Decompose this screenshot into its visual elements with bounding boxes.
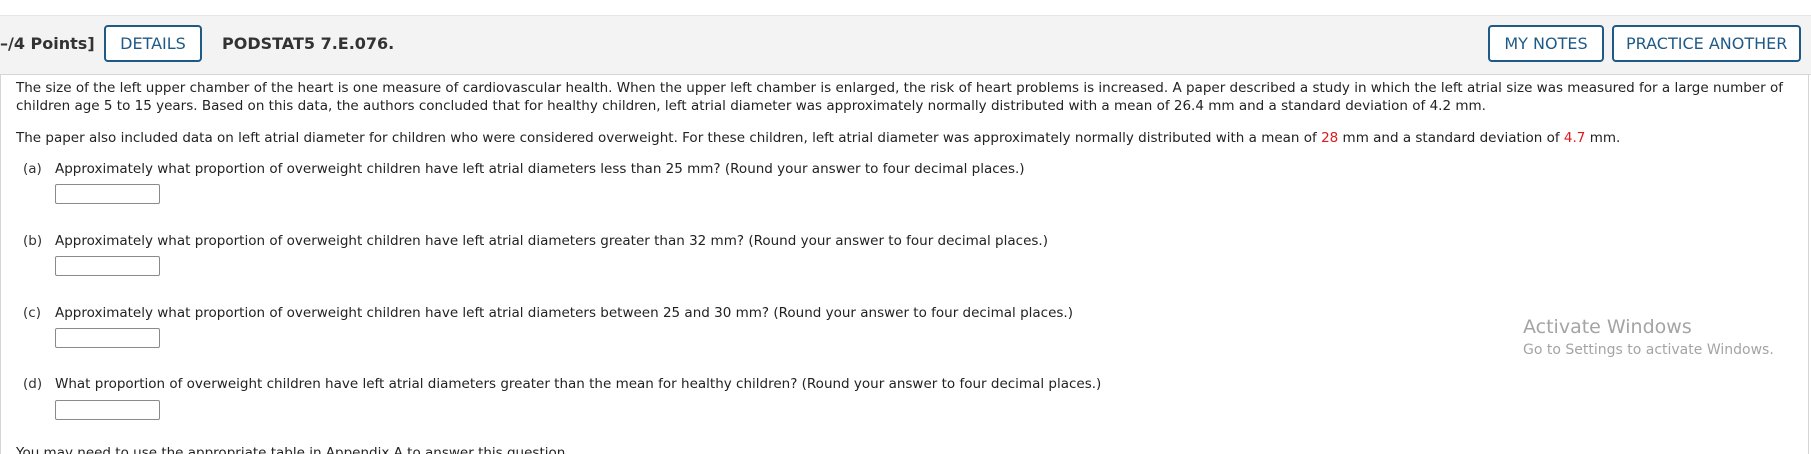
points-label: –/4 Points] bbox=[0, 34, 95, 53]
intro-paragraph-1: The size of the left upper chamber of th… bbox=[16, 80, 1783, 114]
top-strip bbox=[0, 0, 1811, 16]
overweight-mean-value: 28 bbox=[1321, 130, 1339, 146]
part-b-label: (b) bbox=[23, 233, 43, 249]
details-button[interactable]: DETAILS bbox=[104, 25, 202, 62]
part-c-answer-input[interactable] bbox=[55, 328, 160, 348]
part-b-answer-input[interactable] bbox=[55, 256, 160, 276]
activate-windows-title: Activate Windows bbox=[1523, 316, 1692, 338]
intro-paragraph-2: The paper also included data on left atr… bbox=[16, 129, 1796, 147]
part-a-label: (a) bbox=[23, 161, 42, 177]
question-header: –/4 Points] DETAILS PODSTAT5 7.E.076. MY… bbox=[0, 16, 1811, 75]
my-notes-button[interactable]: MY NOTES bbox=[1488, 25, 1604, 62]
problem-code: PODSTAT5 7.E.076. bbox=[222, 34, 395, 53]
part-b-question: Approximately what proportion of overwei… bbox=[55, 233, 1048, 249]
part-d-question: What proportion of overweight children h… bbox=[55, 376, 1102, 392]
page: –/4 Points] DETAILS PODSTAT5 7.E.076. MY… bbox=[0, 0, 1811, 454]
part-a-question: Approximately what proportion of overwei… bbox=[55, 161, 1025, 177]
activate-windows-subtitle: Go to Settings to activate Windows. bbox=[1523, 342, 1774, 358]
part-c-question: Approximately what proportion of overwei… bbox=[55, 305, 1073, 321]
practice-another-button[interactable]: PRACTICE ANOTHER bbox=[1612, 25, 1801, 62]
intro-text-3: mm. bbox=[1585, 130, 1621, 146]
question-content: The size of the left upper chamber of th… bbox=[0, 74, 1809, 454]
part-a-answer-input[interactable] bbox=[55, 184, 160, 204]
overweight-sd-value: 4.7 bbox=[1563, 130, 1586, 146]
part-c-label: (c) bbox=[23, 305, 41, 321]
part-d-answer-input[interactable] bbox=[55, 400, 160, 420]
intro-text-1: The paper also included data on left atr… bbox=[16, 130, 1322, 146]
intro-text-2: mm and a standard deviation of bbox=[1338, 130, 1564, 146]
appendix-note: You may need to use the appropriate tabl… bbox=[16, 445, 570, 454]
part-d-label: (d) bbox=[23, 376, 43, 392]
